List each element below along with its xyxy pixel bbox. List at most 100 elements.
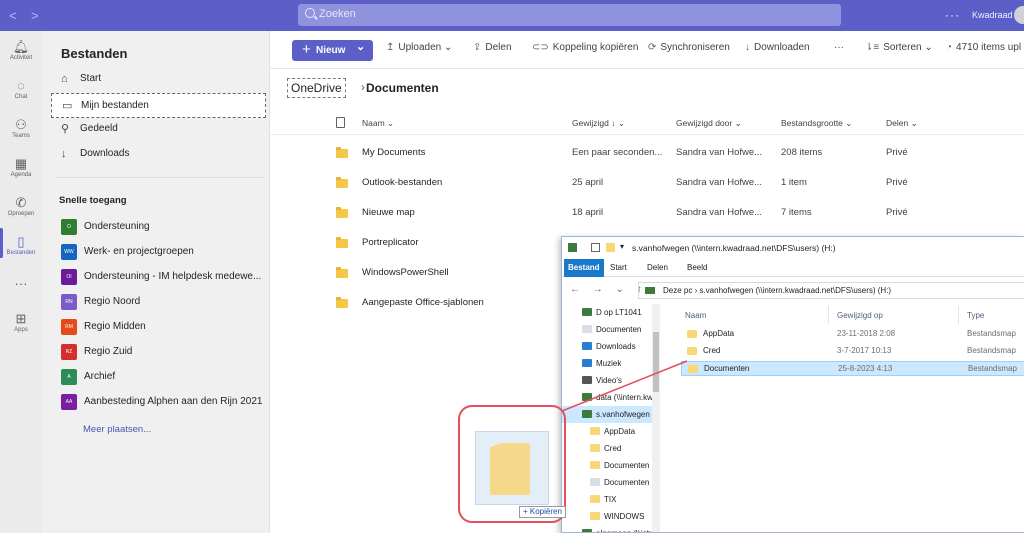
- quick-access-item[interactable]: A Archief: [59, 369, 115, 387]
- nav-tree-item[interactable]: Cred: [590, 440, 621, 457]
- nav-tree-label: algemeen (\\intr: [596, 529, 652, 532]
- quick-access-item[interactable]: AA Aanbesteding Alphen aan den Rijn 2021: [59, 394, 262, 412]
- nav-shared[interactable]: ⚲ Gedeeld: [51, 117, 266, 142]
- more-places-link[interactable]: Meer plaatsen...: [83, 424, 151, 435]
- nav-scrollbar[interactable]: [652, 304, 660, 532]
- cell-share: Privé: [886, 177, 908, 188]
- nav-label: Mijn bestanden: [81, 100, 149, 111]
- search-input[interactable]: Zoeken: [298, 4, 841, 26]
- explorer-address-bar: ← → ⌄ ↑ Deze pc › s.vanhofwegen (\\inter…: [562, 280, 1024, 302]
- address-path[interactable]: Deze pc › s.vanhofwegen (\\intern.kwadra…: [638, 282, 1024, 299]
- explorer-row[interactable]: Documenten 25-8-2023 4:13 Bestandsmap: [681, 361, 1024, 376]
- tab-start[interactable]: Start: [610, 259, 627, 277]
- home-icon: ⌂: [61, 73, 68, 85]
- file-row[interactable]: Outlook-bestanden 25 april Sandra van Hofw…: [270, 167, 1024, 197]
- sync-button[interactable]: ⟳ Synchroniseren: [648, 42, 730, 53]
- cell-name[interactable]: Nieuwe map: [362, 207, 415, 218]
- rail-chat[interactable]: ◌ Chat: [0, 78, 42, 100]
- folder-icon: [336, 177, 348, 188]
- quick-access-item[interactable]: O Ondersteuning: [59, 219, 150, 237]
- cell-name[interactable]: WindowsPowerShell: [362, 267, 449, 278]
- nav-tree-item[interactable]: s.vanhofwegen (: [562, 406, 659, 423]
- nav-tree-item[interactable]: AppData: [590, 423, 635, 440]
- rail-calendar[interactable]: ▦ Agenda: [0, 156, 42, 178]
- breadcrumb-onedrive[interactable]: OneDrive: [287, 78, 346, 98]
- nav-tree-item[interactable]: Downloads: [582, 338, 636, 355]
- nav-start[interactable]: ⌂ Start: [51, 67, 266, 92]
- scrollbar-thumb[interactable]: [653, 332, 659, 392]
- nav-tree-item[interactable]: Documenten: [582, 321, 641, 338]
- folder-icon: [590, 478, 600, 486]
- more-commands-button[interactable]: ···: [834, 42, 844, 53]
- rail-files[interactable]: ▯ Bestanden: [0, 228, 42, 258]
- forward-icon[interactable]: >: [31, 8, 39, 23]
- tab-delen[interactable]: Delen: [647, 259, 668, 277]
- cell-size: 7 items: [781, 207, 812, 218]
- cell-name[interactable]: Aangepaste Office-sjablonen: [362, 297, 484, 308]
- quick-access-item[interactable]: RZ Regio Zuid: [59, 344, 132, 362]
- ex-cell-type: Bestandsmap: [967, 329, 1016, 338]
- col-size[interactable]: Bestandsgrootte ⌄: [781, 118, 852, 129]
- upload-button[interactable]: ↥ Uploaden ⌄: [386, 42, 452, 53]
- properties-icon[interactable]: [591, 243, 600, 252]
- nav-label: Downloads: [80, 148, 130, 159]
- copy-link-button[interactable]: ⊂⊃ Koppeling kopiëren: [532, 42, 638, 53]
- ex-col-modified[interactable]: Gewijzigd op: [837, 311, 883, 320]
- back-icon[interactable]: <: [9, 8, 17, 23]
- col-share[interactable]: Delen ⌄: [886, 118, 918, 129]
- rail-more[interactable]: ···: [0, 276, 42, 292]
- nav-tree-item[interactable]: Video's: [582, 372, 622, 389]
- nav-arrows-icon[interactable]: ← → ⌄ ↑: [570, 284, 647, 295]
- folder-icon: [590, 512, 600, 520]
- rail-activity[interactable]: 🔔︎ Activiteit: [0, 39, 42, 61]
- col-modified[interactable]: Gewijzigd ↓ ⌄: [572, 118, 625, 129]
- sort-button[interactable]: ⇂≡ Sorteren ⌄: [865, 42, 933, 53]
- cell-name[interactable]: Outlook-bestanden: [362, 177, 442, 188]
- tab-bestand[interactable]: Bestand: [564, 259, 604, 277]
- nav-my-files[interactable]: ▭ Mijn bestanden: [51, 93, 266, 118]
- nav-tree-label: WINDOWS: [604, 512, 645, 521]
- new-button[interactable]: Nieuw: [292, 37, 373, 61]
- rail-calls[interactable]: ✆ Oproepen: [0, 195, 42, 217]
- rail-teams[interactable]: ⚇ Teams: [0, 117, 42, 139]
- nav-tree-item[interactable]: D op LT1041: [582, 304, 642, 321]
- nav-tree-item[interactable]: Documenten: [590, 457, 649, 474]
- quick-access-dropdown-icon[interactable]: ▾: [620, 242, 624, 251]
- new-folder-icon[interactable]: [606, 243, 615, 252]
- tab-beeld[interactable]: Beeld: [687, 259, 707, 277]
- ex-col-name[interactable]: Naam: [685, 311, 706, 320]
- quick-access-item[interactable]: OI Ondersteuning - IM helpdesk medewe...: [59, 269, 261, 287]
- avatar[interactable]: [1014, 6, 1024, 24]
- nav-tree-item[interactable]: data (\\intern.kw: [582, 389, 653, 406]
- file-row[interactable]: Nieuwe map 18 april Sandra van Hofwe... 7 i…: [270, 197, 1024, 227]
- download-button[interactable]: ↓ Downloaden: [745, 42, 810, 53]
- quick-access-label: Aanbesteding Alphen aan den Rijn 2021: [84, 396, 263, 407]
- tenant-name[interactable]: Kwadraad: [972, 10, 1013, 20]
- more-options-icon[interactable]: ···: [945, 8, 960, 22]
- col-name-label: Naam: [362, 118, 385, 128]
- cell-name[interactable]: My Documents: [362, 147, 425, 158]
- share-button[interactable]: ⇪ Delen: [473, 42, 512, 53]
- col-modified-by-label: Gewijzigd door: [676, 118, 733, 128]
- col-name[interactable]: Naam ⌄: [362, 118, 394, 129]
- file-row[interactable]: My Documents Een paar seconden... Sandra v…: [270, 137, 1024, 167]
- quick-access-item[interactable]: RM Regio Midden: [59, 319, 146, 337]
- cell-name[interactable]: Portreplicator: [362, 237, 419, 248]
- explorer-row[interactable]: Cred 3-7-2017 10:13 Bestandsmap: [681, 344, 1024, 359]
- nav-tree-item[interactable]: Documenten: [590, 474, 649, 491]
- quick-access-item[interactable]: WW Werk- en projectgroepen: [59, 244, 194, 262]
- items-uploading-status[interactable]: ◔ 4710 items upl: [946, 42, 1021, 53]
- nav-tree-item[interactable]: algemeen (\\intr: [582, 525, 652, 532]
- nav-tree-item[interactable]: WINDOWS: [590, 508, 644, 525]
- nav-downloads[interactable]: ↓ Downloads: [51, 142, 266, 167]
- explorer-row[interactable]: AppData 23-11-2018 2:08 Bestandsmap: [681, 327, 1024, 342]
- quick-access-item[interactable]: RN Regio Noord: [59, 294, 140, 312]
- nav-tree-item[interactable]: TIX: [590, 491, 616, 508]
- ex-col-type[interactable]: Type: [967, 311, 984, 320]
- explorer-window[interactable]: ▾ s.vanhofwegen (\\intern.kwadraad.net\D…: [561, 236, 1024, 533]
- site-badge-icon: RN: [61, 294, 77, 310]
- col-modified-by[interactable]: Gewijzigd door ⌄: [676, 118, 742, 129]
- rail-apps[interactable]: ⊞ Apps: [0, 311, 42, 333]
- nav-tree-item[interactable]: Muziek: [582, 355, 621, 372]
- folder-icon: [688, 365, 698, 373]
